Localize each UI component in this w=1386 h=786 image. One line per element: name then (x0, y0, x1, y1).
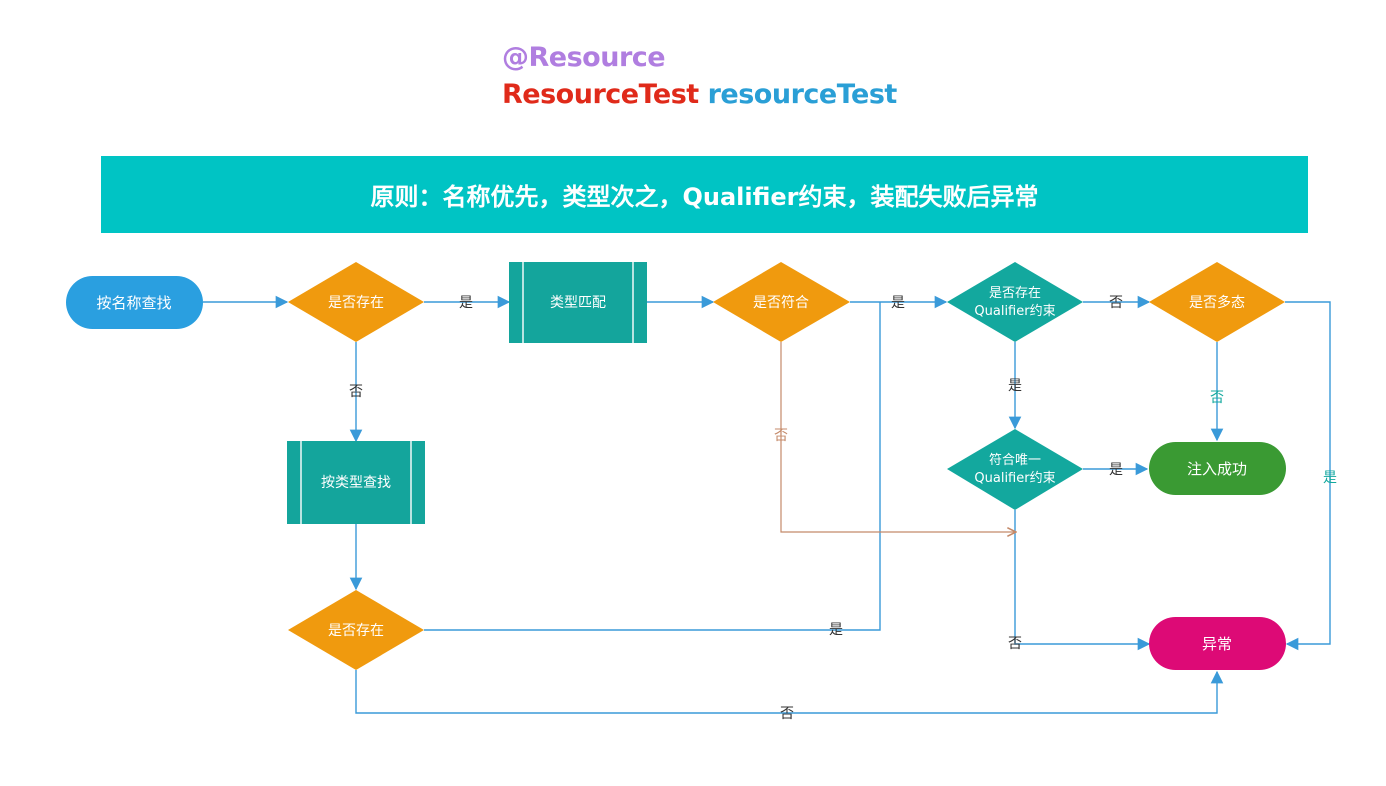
label-qualifier-yes: 是 (1008, 378, 1022, 394)
label-qualifier-no: 否 (1109, 295, 1123, 311)
decision-is-polymorphic-label: 是否多态 (1189, 294, 1245, 311)
process-type-match: 类型匹配 (509, 262, 647, 343)
decision-is-match: 是否符合 (713, 262, 850, 342)
terminal-success: 注入成功 (1149, 442, 1286, 495)
label-poly-no: 否 (1210, 390, 1224, 406)
decision-unique-qualifier: 符合唯一 Qualifier约束 (947, 429, 1083, 510)
label-typeexists-no: 否 (780, 706, 794, 722)
label-poly-yes: 是 (1323, 470, 1337, 486)
process-type-match-label: 类型匹配 (550, 295, 606, 311)
start-node: 按名称查找 (66, 276, 203, 329)
decision-exists-by-type-label: 是否存在 (328, 623, 384, 639)
label-exists-yes: 是 (459, 295, 473, 311)
decision-unique-qualifier-line1: 符合唯一 (989, 452, 1041, 468)
decision-exists-by-name: 是否存在 (288, 262, 424, 342)
decision-exists-by-type: 是否存在 (288, 590, 424, 670)
label-unique-no: 否 (1008, 636, 1022, 652)
decision-has-qualifier-line1: 是否存在 (989, 286, 1041, 301)
label-match-no: 否 (774, 428, 788, 444)
decision-is-match-label: 是否符合 (753, 295, 809, 311)
terminal-success-label: 注入成功 (1187, 460, 1247, 478)
decision-has-qualifier: 是否存在 Qualifier约束 (947, 262, 1083, 342)
process-find-by-type: 按类型查找 (287, 441, 425, 524)
terminal-error-label: 异常 (1202, 635, 1232, 653)
label-match-yes: 是 (891, 295, 905, 311)
label-typeexists-yes: 是 (829, 622, 843, 638)
decision-exists-by-name-label: 是否存在 (328, 295, 384, 311)
edge-ismatch-no (780, 342, 1016, 532)
edge-typeexists-to-merge (424, 302, 881, 631)
flowchart-svg: 是 否 是 否 否 是 否 是 是 否 是 否 按名称查找 是否存在 类型匹配 … (66, 262, 1337, 722)
process-find-by-type-label: 按类型查找 (321, 475, 391, 491)
edge-unique-to-error (1014, 510, 1151, 651)
start-label: 按名称查找 (96, 294, 171, 312)
flowchart-canvas: @Resource ResourceTest resourceTest 原则：名… (0, 0, 1386, 786)
decision-unique-qualifier-line2: Qualifier约束 (974, 471, 1055, 486)
label-exists-no: 否 (349, 384, 363, 400)
decision-is-polymorphic: 是否多态 (1149, 262, 1285, 342)
label-unique-yes: 是 (1109, 462, 1123, 478)
terminal-error: 异常 (1149, 617, 1286, 670)
decision-has-qualifier-line2: Qualifier约束 (974, 304, 1055, 319)
